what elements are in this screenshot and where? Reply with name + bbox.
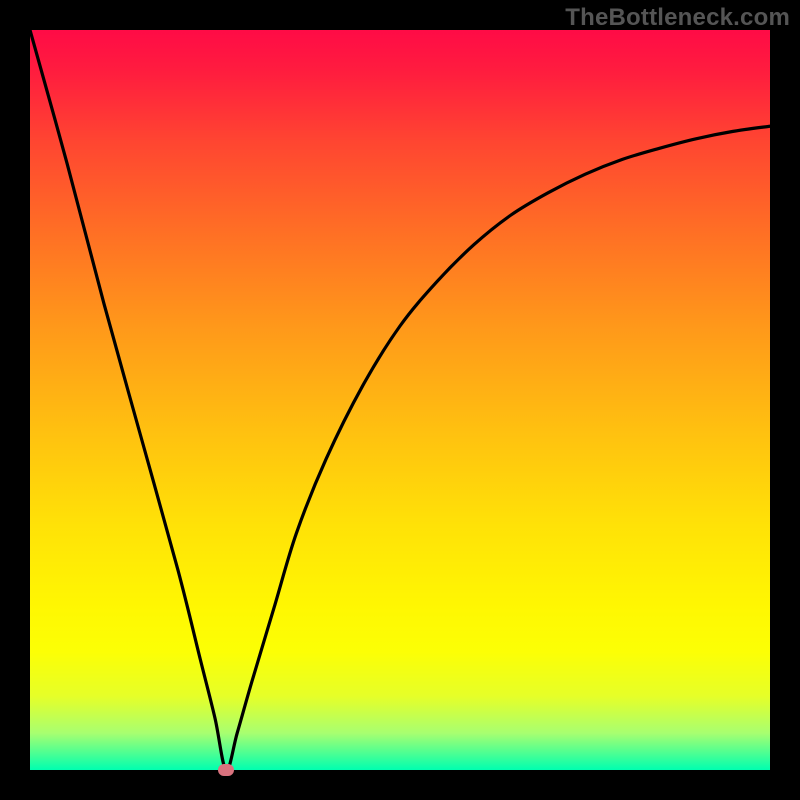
- chart-area: [30, 30, 770, 770]
- minimum-marker: [218, 764, 234, 776]
- bottleneck-curve: [30, 30, 770, 770]
- watermark-text: TheBottleneck.com: [565, 4, 790, 32]
